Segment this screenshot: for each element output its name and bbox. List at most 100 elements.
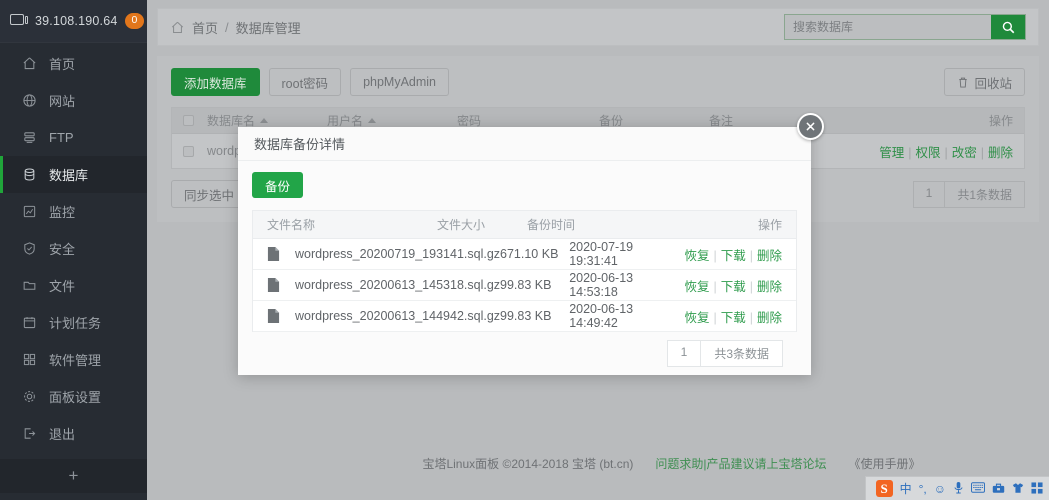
backup-time: 2020-07-19 19:31:41 — [569, 240, 634, 268]
cell-actions: 恢复 | 下载 | 删除 — [684, 310, 782, 325]
backup-detail-modal: 数据库备份详情 备份 文件名称 文件大小 备份时间 操作 wordpress_2… — [238, 113, 824, 375]
cell-file: wordpress_20200719_193141.sql.gz — [267, 246, 500, 262]
backup-time: 2020-06-13 14:53:18 — [569, 271, 634, 299]
download-link[interactable]: 下载 — [721, 249, 746, 263]
microphone-icon[interactable] — [953, 481, 964, 496]
home-icon — [170, 20, 185, 35]
page-number[interactable]: 1 — [913, 181, 946, 207]
sidebar-item-logout[interactable]: 退出 — [0, 415, 147, 452]
sort-asc-icon — [368, 118, 377, 123]
footer-forum-link[interactable]: 问题求助|产品建议请上宝塔论坛 — [655, 455, 826, 472]
keyboard-icon[interactable] — [971, 482, 985, 495]
sidebar-item-files[interactable]: 文件 — [0, 267, 147, 304]
sidebar-item-monitor[interactable]: 监控 — [0, 193, 147, 230]
file-size: 99.83 KB — [500, 309, 552, 323]
sidebar-item-label: 网站 — [49, 94, 76, 109]
list-item: wordpress_20200613_145318.sql.gz 99.83 K… — [253, 270, 796, 301]
column-header-action: 操作 — [757, 218, 782, 232]
modal-footer: 1 共3条数据 — [252, 332, 797, 367]
notification-badge[interactable]: 0 — [124, 12, 145, 30]
file-icon — [267, 278, 280, 292]
manage-link[interactable]: 管理 — [879, 146, 904, 160]
download-link[interactable]: 下载 — [721, 311, 746, 325]
cell-actions: 恢复 | 下载 | 删除 — [684, 279, 782, 294]
close-icon[interactable] — [797, 113, 824, 140]
sogou-logo-icon[interactable]: S — [875, 480, 893, 497]
add-database-button[interactable]: 添加数据库 — [171, 68, 260, 96]
column-header-action: 操作 — [988, 114, 1013, 128]
home-icon — [23, 57, 36, 70]
search-input[interactable] — [785, 15, 991, 39]
download-link[interactable]: 下载 — [721, 280, 746, 294]
change-password-link[interactable]: 改密 — [952, 146, 977, 160]
sidebar-menu: 首页 网站 FTP 数据库 监控 安全 文件 计划任务 软件管理 面板设置 退出 — [0, 43, 147, 452]
monitor-icon — [10, 14, 28, 28]
delete-link[interactable]: 删除 — [757, 249, 782, 263]
sidebar-item-label: 文件 — [49, 279, 76, 294]
sidebar-item-website[interactable]: 网站 — [0, 82, 147, 119]
sidebar-item-label: 退出 — [49, 427, 76, 442]
backup-button[interactable]: 备份 — [252, 172, 304, 198]
search-icon — [1002, 21, 1014, 33]
column-header-size: 文件大小 — [437, 218, 486, 232]
recycle-bin-button[interactable]: 回收站 — [944, 68, 1025, 96]
page-footer: 宝塔Linux面板 ©2014-2018 宝塔 (bt.cn) 问题求助|产品建… — [294, 448, 1049, 478]
chinese-mode-icon[interactable]: 中 — [900, 483, 912, 495]
sidebar-item-home[interactable]: 首页 — [0, 45, 147, 82]
trash-icon — [959, 77, 968, 88]
restore-link[interactable]: 恢复 — [684, 311, 709, 325]
sidebar-item-database[interactable]: 数据库 — [0, 156, 147, 193]
add-server-button[interactable]: + — [0, 459, 147, 493]
modal-body: 备份 文件名称 文件大小 备份时间 操作 wordpress_20200719_… — [238, 161, 811, 367]
delete-link[interactable]: 删除 — [988, 146, 1013, 160]
page-number[interactable]: 1 — [667, 341, 702, 366]
skin-icon[interactable] — [1012, 482, 1024, 496]
restore-link[interactable]: 恢复 — [684, 249, 709, 263]
root-password-button[interactable]: root密码 — [268, 68, 342, 96]
cell-actions: 恢复 | 下载 | 删除 — [684, 248, 782, 263]
sidebar-item-label: 监控 — [49, 205, 76, 220]
file-icon — [267, 309, 280, 323]
footer-manual-link[interactable]: 《使用手册》 — [849, 455, 921, 472]
breadcrumb-current: 数据库管理 — [235, 20, 301, 36]
total-records: 共1条数据 — [945, 181, 1024, 207]
ftp-icon — [24, 132, 35, 143]
sidebar-item-cron[interactable]: 计划任务 — [0, 304, 147, 341]
punctuation-icon[interactable]: °, — [919, 483, 927, 495]
app-root: 39.108.190.64 0 首页 网站 FTP 数据库 监控 安全 文件 计… — [0, 0, 1049, 500]
column-header-time: 备份时间 — [527, 218, 576, 232]
file-name: wordpress_20200613_145318.sql.gz — [295, 278, 501, 292]
sync-selected-button[interactable]: 同步选中 — [171, 180, 248, 208]
grid-icon — [23, 353, 36, 366]
calendar-icon — [23, 317, 36, 329]
ime-taskbar: S 中 °, ☺ — [864, 476, 1049, 500]
emoji-icon[interactable]: ☺ — [934, 483, 946, 495]
sidebar-item-label: 软件管理 — [49, 353, 102, 368]
sidebar-item-settings[interactable]: 面板设置 — [0, 378, 147, 415]
menu-grid-icon[interactable] — [1031, 481, 1043, 496]
delete-link[interactable]: 删除 — [757, 311, 782, 325]
delete-link[interactable]: 删除 — [757, 280, 782, 294]
backup-file-table: 文件名称 文件大小 备份时间 操作 wordpress_20200719_193… — [252, 210, 797, 332]
restore-link[interactable]: 恢复 — [684, 280, 709, 294]
folder-icon — [23, 281, 36, 290]
sidebar-item-label: 数据库 — [49, 168, 89, 183]
logout-icon — [24, 428, 36, 439]
select-all-checkbox[interactable] — [183, 115, 194, 126]
phpmyadmin-button[interactable]: phpMyAdmin — [350, 68, 450, 96]
sidebar-item-label: FTP — [49, 130, 74, 145]
file-name: wordpress_20200613_144942.sql.gz — [295, 309, 501, 323]
file-size: 671.10 KB — [500, 247, 559, 261]
server-ip: 39.108.190.64 — [35, 14, 118, 28]
cell-file: wordpress_20200613_145318.sql.gz — [267, 277, 500, 293]
list-item: wordpress_20200719_193141.sql.gz 671.10 … — [253, 239, 796, 270]
breadcrumb-home[interactable]: 首页 — [192, 18, 218, 37]
sidebar-item-ftp[interactable]: FTP — [0, 119, 147, 156]
sidebar-item-label: 安全 — [49, 242, 76, 257]
sidebar-item-software[interactable]: 软件管理 — [0, 341, 147, 378]
row-checkbox[interactable] — [183, 145, 194, 157]
sidebar-item-security[interactable]: 安全 — [0, 230, 147, 267]
toolbox-icon[interactable] — [992, 482, 1005, 496]
search-button[interactable] — [991, 15, 1025, 39]
permission-link[interactable]: 权限 — [915, 146, 940, 160]
